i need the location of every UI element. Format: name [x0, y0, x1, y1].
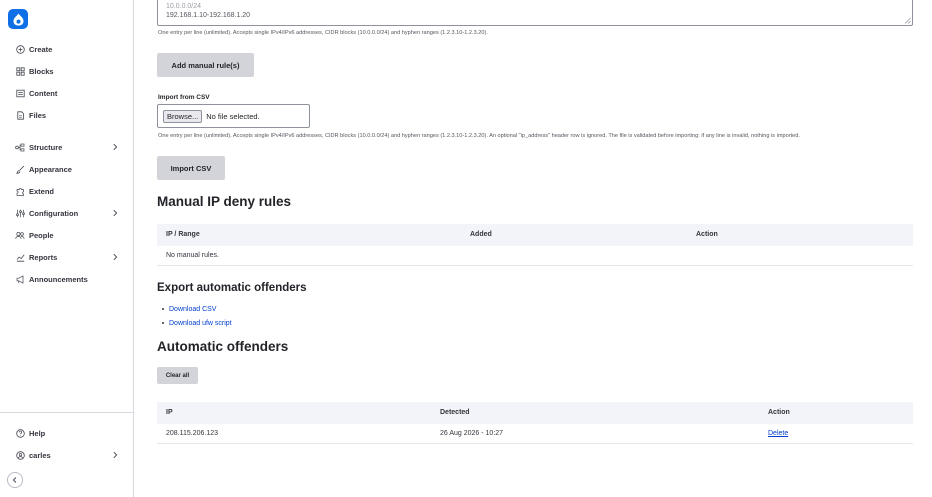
sidebar-item-label: Structure — [29, 142, 63, 152]
browse-button[interactable]: Browse... — [163, 109, 203, 123]
manual-rules-textarea[interactable]: 10.0.0.0/24 192.168.1.10-192.168.1.20 — [157, 0, 913, 26]
sidebar-item-announcements[interactable]: Announcements — [0, 268, 133, 290]
table-row: No manual rules. — [157, 246, 913, 266]
delete-link[interactable]: Delete — [768, 430, 788, 437]
sidebar-item-label: carles — [29, 450, 51, 460]
csv-file-input[interactable]: Browse... No file selected. — [157, 104, 310, 128]
sidebar-item-help[interactable]: Help — [0, 422, 133, 444]
table-row: 208.115.206.123 26 Aug 2026 - 10:27 Dele… — [157, 424, 913, 444]
column-header: Added — [470, 231, 492, 238]
csv-import-label: Import from CSV — [158, 94, 210, 101]
download-csv-link[interactable]: Download CSV — [169, 306, 216, 313]
empty-message: No manual rules. — [166, 252, 219, 259]
list-item: Download CSV — [162, 302, 232, 316]
sidebar-item-label: Content — [29, 88, 58, 98]
sidebar-item-label: Blocks — [29, 66, 54, 76]
megaphone-icon — [15, 274, 25, 284]
offenders-title: Automatic offenders — [157, 339, 289, 354]
manual-deny-title: Manual IP deny rules — [157, 194, 292, 209]
blocks-grid-icon — [15, 66, 25, 76]
content-icon — [15, 88, 25, 98]
brush-icon — [15, 164, 25, 174]
manual-rules-help: One entry per line (unlimited). Accepts … — [158, 30, 488, 36]
people-icon — [15, 230, 25, 240]
column-header: IP / Range — [166, 231, 200, 238]
table-header: IP / Range Added Action — [157, 224, 913, 246]
help-icon — [15, 428, 25, 438]
sidebar-item-files[interactable]: Files — [0, 104, 133, 126]
sidebar-item-user[interactable]: carles — [0, 444, 133, 466]
sidebar-item-reports[interactable]: Reports — [0, 246, 133, 268]
textarea-line: 192.168.1.10-192.168.1.20 — [166, 12, 251, 19]
chevron-right-icon — [111, 209, 119, 217]
manual-deny-table: IP / Range Added Action No manual rules. — [157, 224, 913, 266]
column-header: Action — [696, 231, 718, 238]
puzzle-icon — [15, 186, 25, 196]
offender-ip: 208.115.206.123 — [166, 430, 219, 437]
sidebar-item-label: Announcements — [29, 274, 88, 284]
structure-icon — [15, 142, 25, 152]
sidebar-item-create[interactable]: Create — [0, 38, 133, 60]
sidebar-item-appearance[interactable]: Appearance — [0, 158, 133, 180]
sidebar-item-label: Configuration — [29, 208, 79, 218]
sidebar-nav: Create Blocks Content Files Structure Ap… — [0, 38, 133, 290]
sidebar-item-label: Extend — [29, 186, 55, 196]
sidebar-item-people[interactable]: People — [0, 224, 133, 246]
resize-grip-icon[interactable] — [904, 17, 911, 24]
offender-detected: 26 Aug 2026 - 10:27 — [440, 430, 504, 437]
export-links: Download CSV Download ufw script — [162, 302, 232, 330]
export-title: Export automatic offenders — [157, 282, 307, 294]
download-ufw-script-link[interactable]: Download ufw script — [169, 320, 232, 327]
column-header: Action — [768, 409, 790, 416]
clear-all-button[interactable]: Clear all — [157, 367, 198, 384]
sidebar-item-label: Appearance — [29, 164, 72, 174]
drupal-logo-icon[interactable] — [8, 9, 28, 29]
add-manual-rules-button[interactable]: Add manual rule(s) — [157, 53, 254, 77]
sidebar-item-configuration[interactable]: Configuration — [0, 202, 133, 224]
chevron-right-icon — [111, 451, 119, 459]
reports-icon — [15, 252, 25, 262]
column-header: IP — [166, 409, 173, 416]
import-csv-button[interactable]: Import CSV — [157, 156, 225, 180]
sidebar-item-blocks[interactable]: Blocks — [0, 60, 133, 82]
offenders-table: IP Detected Action 208.115.206.123 26 Au… — [157, 402, 913, 444]
admin-sidebar: Create Blocks Content Files Structure Ap… — [0, 0, 134, 497]
plus-circle-icon — [15, 44, 25, 54]
sidebar-footer: Help carles — [0, 412, 133, 466]
sidebar-item-label: Help — [29, 428, 46, 438]
sidebar-item-label: Create — [29, 44, 53, 54]
chevron-right-icon — [111, 253, 119, 261]
user-icon — [15, 450, 25, 460]
sidebar-item-content[interactable]: Content — [0, 82, 133, 104]
table-header: IP Detected Action — [157, 402, 913, 424]
collapse-sidebar-button[interactable] — [7, 472, 23, 488]
sidebar-item-structure[interactable]: Structure — [0, 136, 133, 158]
chevron-right-icon — [111, 143, 119, 151]
sidebar-item-label: People — [29, 230, 54, 240]
list-item: Download ufw script — [162, 316, 232, 330]
sidebar-item-label: Reports — [29, 252, 58, 262]
column-header: Detected — [440, 409, 470, 416]
textarea-line: 10.0.0.0/24 — [166, 3, 202, 10]
file-status-text: No file selected. — [206, 111, 260, 121]
file-icon — [15, 110, 25, 120]
sidebar-item-extend[interactable]: Extend — [0, 180, 133, 202]
sidebar-item-label: Files — [29, 110, 47, 120]
chevron-left-icon — [12, 477, 17, 483]
sliders-icon — [15, 208, 25, 218]
csv-import-help: One entry per line (unlimited). Accepts … — [158, 133, 800, 139]
